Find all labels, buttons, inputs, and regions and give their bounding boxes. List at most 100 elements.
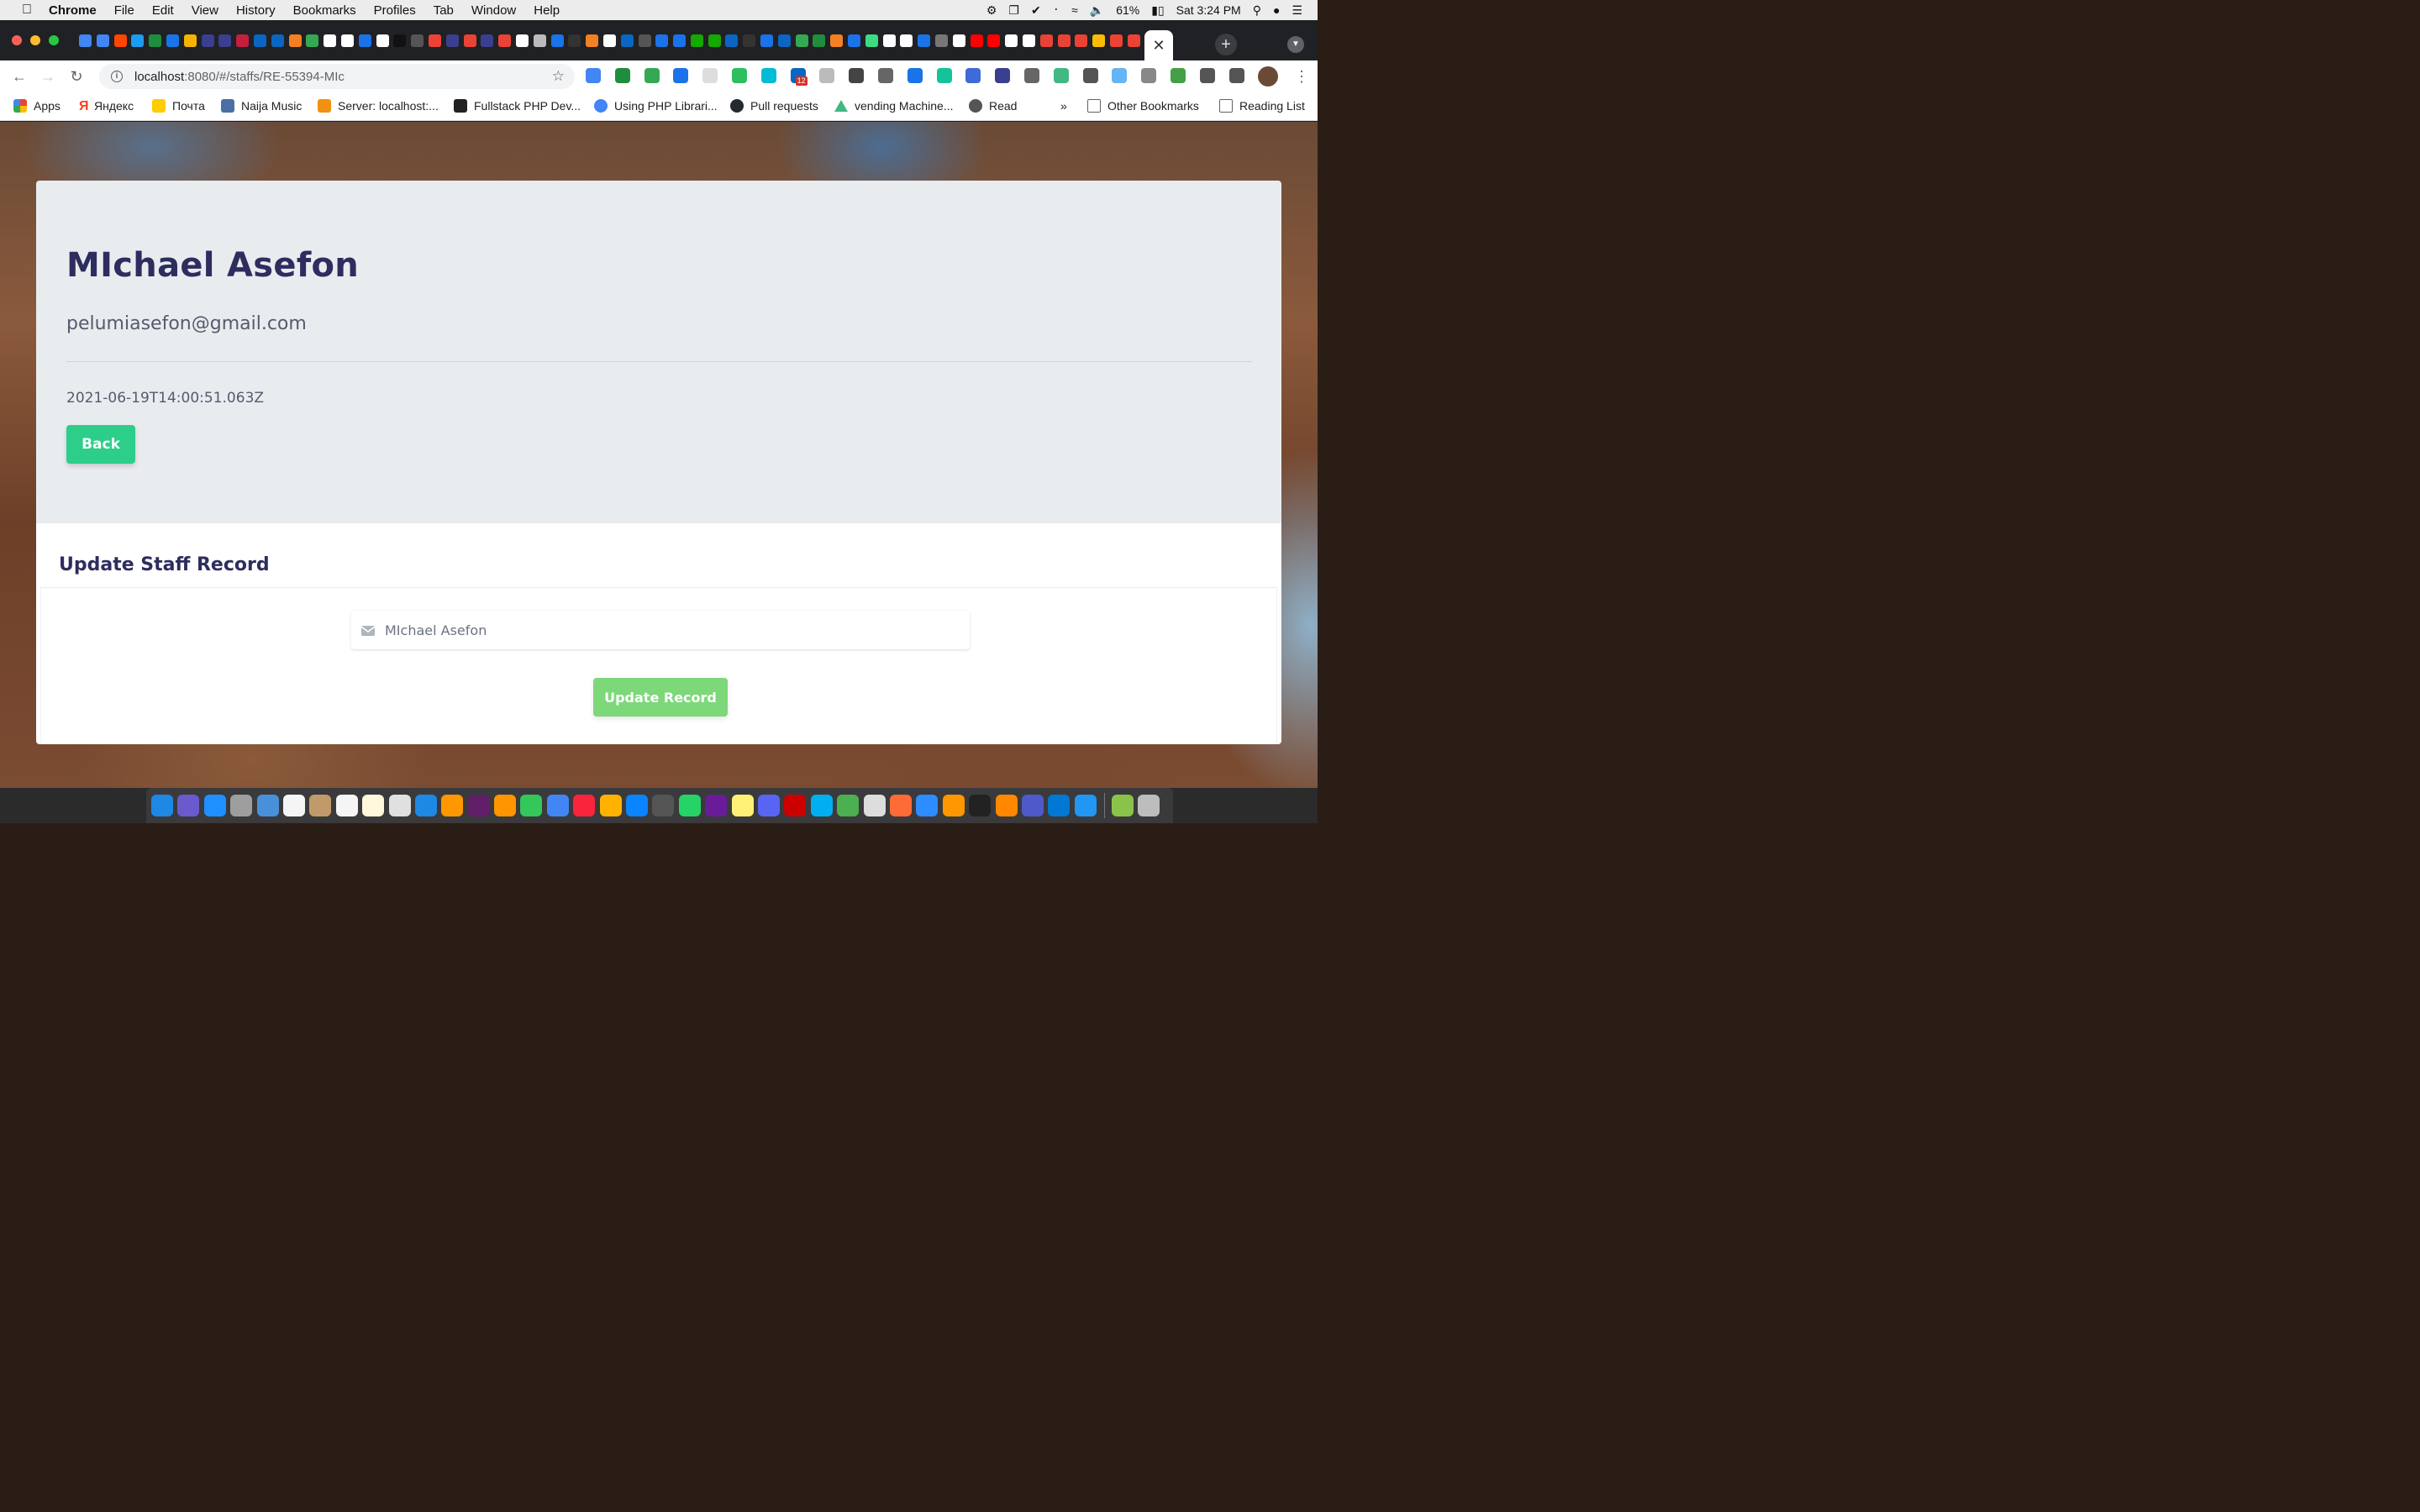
- tab-favicon-icon[interactable]: [306, 34, 319, 47]
- dock-app-icon[interactable]: [335, 795, 358, 816]
- back-arrow-icon[interactable]: ←: [10, 67, 29, 86]
- bookmark-pull-requests[interactable]: Pull requests: [730, 99, 818, 113]
- tab-favicon-icon[interactable]: [515, 34, 529, 47]
- tab-favicon-icon[interactable]: [900, 34, 913, 47]
- wifi-icon[interactable]: ≈: [1071, 3, 1078, 17]
- profile-avatar[interactable]: [1258, 66, 1278, 87]
- bluetooth-icon[interactable]: ᛫: [1053, 3, 1060, 17]
- tab-favicon-icon[interactable]: [743, 34, 756, 47]
- dock-app-icon[interactable]: [784, 795, 807, 816]
- tab-favicon-icon[interactable]: [1092, 34, 1106, 47]
- new-tab-button[interactable]: +: [1215, 34, 1237, 55]
- menu-history[interactable]: History: [236, 3, 276, 18]
- staff-name-input[interactable]: [385, 622, 956, 638]
- tab-favicon-icon[interactable]: [393, 34, 407, 47]
- tab-favicon-icon[interactable]: [481, 34, 494, 47]
- tab-favicon-icon[interactable]: [376, 34, 389, 47]
- staff-name-input-group[interactable]: [351, 611, 970, 649]
- dock-app-icon[interactable]: [863, 795, 886, 816]
- bookmark-reading-list[interactable]: Reading List: [1219, 99, 1305, 113]
- chrome-menu-icon[interactable]: ⋮: [1294, 66, 1309, 87]
- tab-favicon-icon[interactable]: [358, 34, 371, 47]
- extension-icon[interactable]: [849, 68, 865, 83]
- tab-favicon-icon[interactable]: [498, 34, 512, 47]
- dock-app-icon[interactable]: [414, 795, 437, 816]
- tab-favicon-icon[interactable]: [411, 34, 424, 47]
- tab-favicon-icon[interactable]: [620, 34, 634, 47]
- bookmark-naija-music[interactable]: Naija Music: [221, 99, 302, 113]
- extension-icon[interactable]: [1141, 68, 1157, 83]
- tab-favicon-icon[interactable]: [463, 34, 476, 47]
- tab-favicon-icon[interactable]: [935, 34, 949, 47]
- tab-favicon-icon[interactable]: [970, 34, 983, 47]
- dock-app-icon[interactable]: [441, 795, 464, 816]
- extension-icon[interactable]: [760, 68, 776, 83]
- close-window-button[interactable]: [12, 35, 22, 45]
- back-button[interactable]: Back: [66, 425, 135, 464]
- dock-app-icon[interactable]: [995, 795, 1018, 816]
- tab-favicon-icon[interactable]: [218, 34, 232, 47]
- tab-favicon-icon[interactable]: [1005, 34, 1018, 47]
- tab-favicon-icon[interactable]: [673, 34, 687, 47]
- bookmark-vending-machine[interactable]: vending Machine...: [834, 99, 954, 113]
- dock-app-icon[interactable]: [151, 795, 173, 816]
- volume-icon[interactable]: 🔈: [1090, 3, 1104, 18]
- tab-favicon-icon[interactable]: [183, 34, 197, 47]
- screen-mirror-icon[interactable]: ❐: [1008, 3, 1019, 18]
- tab-favicon-icon[interactable]: [288, 34, 302, 47]
- extension-icon[interactable]: [877, 68, 893, 83]
- tab-favicon-icon[interactable]: [568, 34, 581, 47]
- dock-app-icon[interactable]: [177, 795, 200, 816]
- dock-app-icon[interactable]: [494, 795, 517, 816]
- extension-icon[interactable]: [1053, 68, 1069, 83]
- tab-favicon-icon[interactable]: [952, 34, 965, 47]
- clock[interactable]: Sat 3:24 PM: [1176, 3, 1241, 17]
- tab-favicon-icon[interactable]: [324, 34, 337, 47]
- tab-favicon-icon[interactable]: [340, 34, 354, 47]
- tab-favicon-icon[interactable]: [201, 34, 214, 47]
- menu-edit[interactable]: Edit: [152, 3, 174, 18]
- bookmarks-overflow-chevron[interactable]: »: [1060, 99, 1067, 113]
- dock-app-icon[interactable]: [678, 795, 701, 816]
- extension-icon[interactable]: [1199, 68, 1215, 83]
- bookmark-fullstack-php[interactable]: Fullstack PHP Dev...: [454, 99, 581, 113]
- tab-favicon-icon[interactable]: [602, 34, 616, 47]
- tab-favicon-icon[interactable]: [253, 34, 266, 47]
- dock-app-icon[interactable]: [467, 795, 490, 816]
- tab-favicon-icon[interactable]: [638, 34, 651, 47]
- extension-icon[interactable]: [1082, 68, 1098, 83]
- bookmark-apps[interactable]: Apps: [13, 99, 60, 113]
- dock-app-icon[interactable]: [889, 795, 912, 816]
- bookmark-pochta[interactable]: Почта: [152, 99, 205, 113]
- extension-icon[interactable]: [936, 68, 952, 83]
- dock-app-icon[interactable]: [942, 795, 965, 816]
- tab-favicon-icon[interactable]: [428, 34, 441, 47]
- tab-favicon-icon[interactable]: [533, 34, 546, 47]
- dock-app-icon[interactable]: [203, 795, 226, 816]
- extension-icon[interactable]: [965, 68, 981, 83]
- extension-icon[interactable]: [586, 68, 601, 83]
- menu-tab[interactable]: Tab: [434, 3, 454, 18]
- bookmark-yandex[interactable]: Я Яндекс: [79, 99, 134, 113]
- url-text[interactable]: localhost:8080/#/staffs/RE-55394-MIc: [134, 70, 345, 84]
- extension-icon[interactable]: [819, 68, 835, 83]
- tab-favicon-icon[interactable]: [166, 34, 179, 47]
- dock-app-icon[interactable]: [916, 795, 939, 816]
- menu-bookmarks[interactable]: Bookmarks: [293, 3, 356, 18]
- tab-favicon-icon[interactable]: [550, 34, 564, 47]
- tab-favicon-icon[interactable]: [586, 34, 599, 47]
- dock-app-icon[interactable]: [652, 795, 675, 816]
- bookmark-php-libraries[interactable]: Using PHP Librari...: [594, 99, 718, 113]
- dock-app-icon[interactable]: [546, 795, 569, 816]
- notification-center-icon[interactable]: ☰: [1292, 3, 1302, 18]
- battery-icon[interactable]: ▮▯: [1151, 3, 1164, 18]
- tab-favicon-icon[interactable]: [795, 34, 808, 47]
- tab-favicon-icon[interactable]: [1110, 34, 1123, 47]
- address-bar[interactable]: i localhost:8080/#/staffs/RE-55394-MIc ☆: [99, 64, 575, 89]
- extension-icon[interactable]: [1170, 68, 1186, 83]
- update-record-button[interactable]: Update Record: [593, 678, 728, 717]
- extension-icon[interactable]: [907, 68, 923, 83]
- dock-app-icon[interactable]: [256, 795, 279, 816]
- bookmark-phpmyadmin[interactable]: Server: localhost:...: [318, 99, 439, 113]
- dock-app-icon[interactable]: [362, 795, 385, 816]
